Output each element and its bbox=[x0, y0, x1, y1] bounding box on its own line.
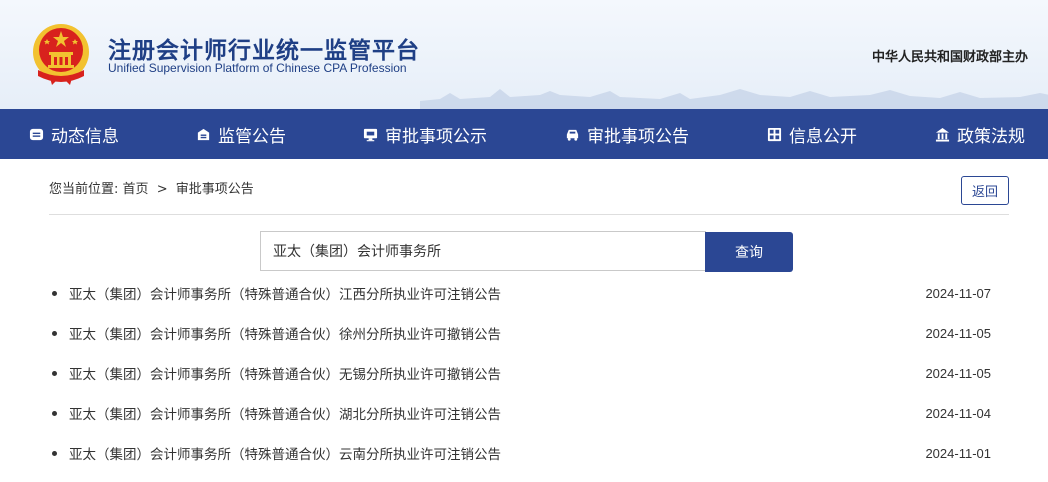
announcement-date: 2024-11-05 bbox=[925, 325, 991, 341]
site-title: 注册会计师行业统一监管平台 bbox=[108, 38, 420, 64]
nav-item-supervision-announcement[interactable]: 监管公告 bbox=[196, 109, 286, 159]
announcement-date: 2024-11-07 bbox=[925, 285, 991, 301]
national-emblem-icon bbox=[33, 24, 89, 85]
bank-icon bbox=[935, 127, 950, 142]
nav-item-label: 信息公开 bbox=[789, 126, 857, 147]
monitor-icon bbox=[363, 128, 378, 141]
list-item: 亚太（集团）会计师事务所（特殊普通合伙）无锡分所执业许可撤销公告 2024-11… bbox=[49, 353, 1009, 393]
nav-item-label: 监管公告 bbox=[218, 126, 286, 147]
breadcrumb-prefix: 您当前位置: bbox=[49, 182, 119, 197]
nav-item-label: 审批事项公告 bbox=[587, 126, 689, 147]
announcement-title-link[interactable]: 亚太（集团）会计师事务所（特殊普通合伙）云南分所执业许可注销公告 bbox=[69, 443, 501, 463]
site-subtitle: Unified Supervision Platform of Chinese … bbox=[108, 61, 407, 75]
news-icon bbox=[29, 128, 44, 140]
nav-item-label: 政策法规 bbox=[957, 126, 1025, 147]
bullet-icon bbox=[52, 371, 57, 376]
breadcrumb-current: 审批事项公告 bbox=[175, 182, 254, 197]
nav-item-info-disclosure[interactable]: 信息公开 bbox=[767, 109, 857, 159]
breadcrumb-separator: > bbox=[156, 182, 168, 197]
breadcrumb: 您当前位置: 首页 > 审批事项公告 bbox=[49, 178, 254, 197]
main-nav: 动态信息 监管公告 审批事项公示 审批事项公告 信息公开 政策法规 bbox=[0, 109, 1048, 159]
nav-item-label: 动态信息 bbox=[51, 126, 119, 147]
announcement-title-link[interactable]: 亚太（集团）会计师事务所（特殊普通合伙）湖北分所执业许可注销公告 bbox=[69, 403, 501, 423]
bullet-icon bbox=[52, 291, 57, 296]
search-input[interactable] bbox=[260, 231, 706, 271]
announcement-date: 2024-11-04 bbox=[925, 405, 991, 421]
announcement-title-link[interactable]: 亚太（集团）会计师事务所（特殊普通合伙）徐州分所执业许可撤销公告 bbox=[69, 323, 501, 343]
sponsor-text: 中华人民共和国财政部主办 bbox=[871, 50, 1028, 65]
list-item: 亚太（集团）会计师事务所（特殊普通合伙）徐州分所执业许可撤销公告 2024-11… bbox=[49, 313, 1009, 353]
announcement-title-link[interactable]: 亚太（集团）会计师事务所（特殊普通合伙）无锡分所执业许可撤销公告 bbox=[69, 363, 501, 383]
nav-item-approval-publicity[interactable]: 审批事项公示 bbox=[363, 109, 487, 159]
nav-item-approval-announcement[interactable]: 审批事项公告 bbox=[565, 109, 689, 159]
list-item: 亚太（集团）会计师事务所（特殊普通合伙）云南分所执业许可注销公告 2024-11… bbox=[49, 433, 1009, 473]
list-item: 亚太（集团）会计师事务所（特殊普通合伙）江西分所执业许可注销公告 2024-11… bbox=[49, 273, 1009, 313]
announcement-list: 亚太（集团）会计师事务所（特殊普通合伙）江西分所执业许可注销公告 2024-11… bbox=[49, 273, 1009, 473]
search-button[interactable]: 查询 bbox=[705, 232, 793, 272]
nav-item-dynamic-info[interactable]: 动态信息 bbox=[29, 109, 119, 159]
breadcrumb-home-link[interactable]: 首页 bbox=[123, 182, 149, 197]
nav-item-label: 审批事项公示 bbox=[385, 126, 487, 147]
grid-icon bbox=[767, 127, 782, 141]
site-header: 注册会计师行业统一监管平台 Unified Supervision Platfo… bbox=[0, 0, 1048, 109]
car-icon bbox=[566, 129, 579, 141]
announcement-title-link[interactable]: 亚太（集团）会计师事务所（特殊普通合伙）江西分所执业许可注销公告 bbox=[69, 283, 501, 303]
bullet-icon bbox=[52, 331, 57, 336]
nav-item-policy-regulations[interactable]: 政策法规 bbox=[935, 109, 1025, 159]
back-button[interactable]: 返回 bbox=[961, 176, 1009, 205]
skyline-decoration bbox=[420, 89, 1048, 109]
announcement-date: 2024-11-01 bbox=[925, 445, 991, 461]
bullet-icon bbox=[52, 411, 57, 416]
announcement-date: 2024-11-05 bbox=[925, 365, 991, 381]
divider bbox=[49, 214, 1009, 215]
list-item: 亚太（集团）会计师事务所（特殊普通合伙）湖北分所执业许可注销公告 2024-11… bbox=[49, 393, 1009, 433]
bullet-icon bbox=[52, 451, 57, 456]
announcement-icon bbox=[197, 128, 210, 140]
